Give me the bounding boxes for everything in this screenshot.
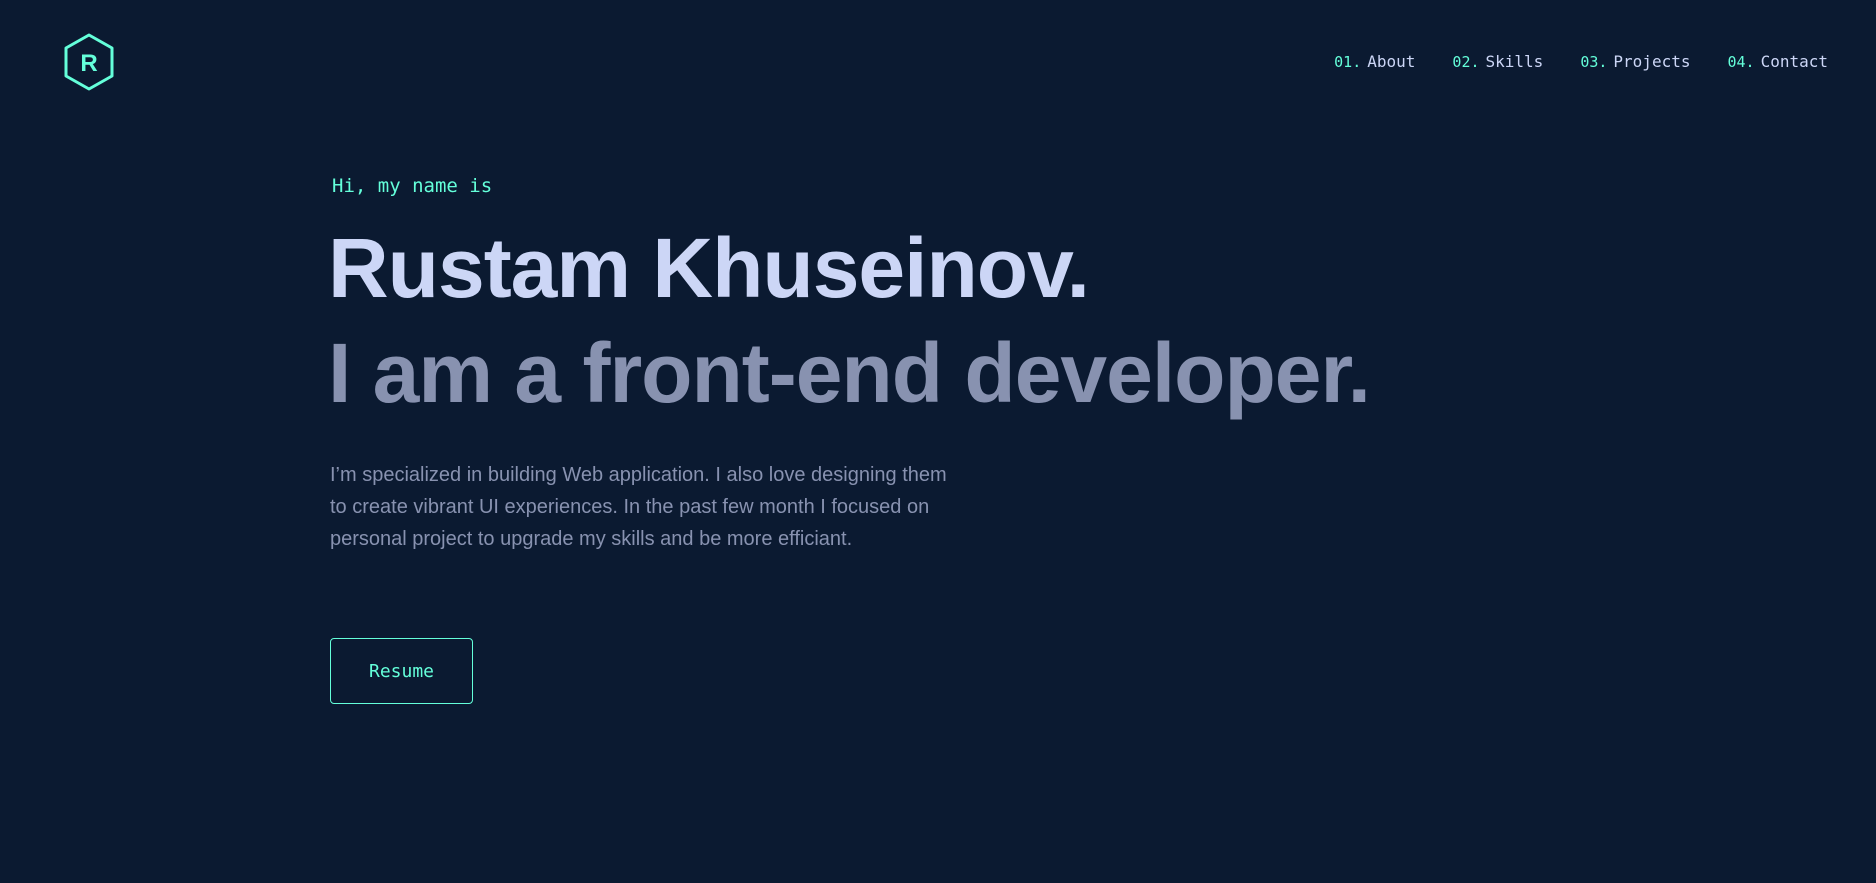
hero-greeting: Hi, my name is <box>332 175 493 197</box>
hero-tagline: I am a front-end developer. <box>328 326 1371 420</box>
nav-item-contact[interactable]: 04. Contact <box>1727 52 1828 71</box>
nav-item-label: Skills <box>1485 52 1544 71</box>
nav-item-label: Projects <box>1613 52 1691 71</box>
resume-button[interactable]: Resume <box>330 638 473 704</box>
nav-item-number: 02. <box>1452 53 1480 71</box>
nav-item-skills[interactable]: 02. Skills <box>1452 52 1543 71</box>
nav-item-number: 04. <box>1727 53 1755 71</box>
hexagon-logo-icon: R <box>64 33 114 91</box>
nav-item-about[interactable]: 01. About <box>1334 52 1415 71</box>
hero-bio: I’m specialized in building Web applicat… <box>330 464 947 550</box>
main-nav: 01. About 02. Skills 03. Projects 04. Co… <box>1334 52 1828 71</box>
nav-item-projects[interactable]: 03. Projects <box>1580 52 1690 71</box>
logo-link[interactable]: R <box>63 33 115 91</box>
hero-name: Rustam Khuseinov. <box>328 221 1090 315</box>
hero-section: Hi, my name is Rustam Khuseinov. I am a … <box>328 170 1430 555</box>
nav-item-number: 01. <box>1334 53 1362 71</box>
nav-item-label: About <box>1367 52 1416 71</box>
nav-item-number: 03. <box>1580 53 1608 71</box>
nav-item-label: Contact <box>1760 52 1828 71</box>
logo-letter: R <box>80 50 97 77</box>
